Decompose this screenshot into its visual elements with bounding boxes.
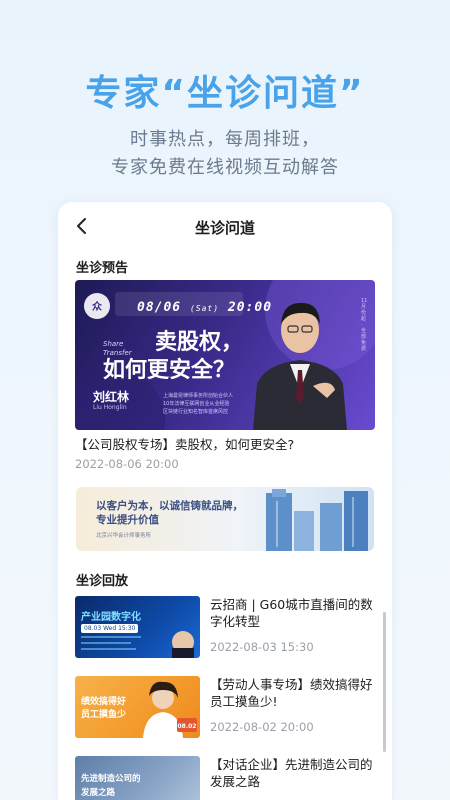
- hero-title: 专家“坐诊问道”: [85, 73, 365, 114]
- svg-text:08.02: 08.02: [178, 723, 197, 730]
- scrollbar[interactable]: [383, 612, 386, 752]
- preview-banner[interactable]: 众 08/06 (Sat) 20:00 Share Transfer 卖股权， …: [75, 280, 375, 430]
- hero-subtitle-line1: 时事热点，每周排班，: [130, 129, 320, 150]
- preview-time: 2022-08-06 20:00: [75, 457, 179, 471]
- thumb-decor-1: [81, 631, 194, 658]
- replay-title-2: 【劳动人事专场】绩效搞得好 员工摸鱼少!: [210, 677, 373, 709]
- banner-host-name: 刘红林: [93, 390, 130, 404]
- replay-time-1: 2022-08-03 15:30: [210, 640, 314, 654]
- replay-thumb-1: 产业园数字化 08.03 Wed 15:30: [75, 596, 200, 658]
- page-title: 坐诊问道: [194, 219, 255, 237]
- preview-section-title: 坐诊预告: [76, 261, 129, 276]
- svg-text:众: 众: [92, 300, 103, 313]
- thumb-title-3b: 发展之路: [81, 788, 116, 798]
- speaker-photo: [253, 302, 347, 430]
- ad-line-1: 以客户为本，以诚信铸就品牌，: [96, 500, 243, 512]
- ad-banner[interactable]: 以客户为本，以诚信铸就品牌， 专业提升价值 北京兴华会计师事务所: [76, 487, 374, 551]
- replay-item-3[interactable]: 先进制造公司的 发展之路 【对话企业】先进制造公司的发展之路: [75, 756, 375, 800]
- banner-side-text: 11月份起 · 全部免费: [361, 298, 368, 352]
- thumb-title-2b: 员工摸鱼少: [81, 710, 127, 720]
- ad-line-2: 专业提升价值: [96, 514, 159, 526]
- thumb-title-2a: 绩效搞得好: [81, 697, 127, 707]
- phone-screen-card: 坐诊问道 坐诊预告 众 08/06 (Sat) 20:00 Share Tran…: [58, 202, 392, 800]
- thumb-title-3a: 先进制造公司的: [81, 774, 141, 784]
- replay-title-3: 【对话企业】先进制造公司的发展之路: [210, 757, 373, 789]
- replay-thumb-2: 08.02 绩效搞得好 员工摸鱼少: [75, 676, 200, 738]
- replay-section-title: 坐诊回放: [76, 574, 129, 589]
- ad-org: 北京兴华会计师事务所: [96, 533, 152, 539]
- preview-caption[interactable]: 【公司股权专场】卖股权，如何更安全?: [75, 434, 375, 453]
- replay-item-2[interactable]: 08.02 绩效搞得好 员工摸鱼少 【劳动人事专场】绩效搞得好 员工摸鱼少! 2…: [75, 676, 375, 746]
- nav-bar: 坐诊问道: [58, 202, 392, 250]
- replay-thumb-3: 先进制造公司的 发展之路: [75, 756, 200, 800]
- banner-headline-2: 如何更安全？: [103, 358, 236, 383]
- replay-title-1: 云招商 | G60城市直播间的数字化转型: [210, 597, 373, 629]
- replay-item-1[interactable]: 产业园数字化 08.03 Wed 15:30 云招商 | G60城市直播间的数字…: [75, 596, 375, 666]
- replay-time-2: 2022-08-02 20:00: [210, 720, 314, 734]
- banner-host-name-en: Liu Honglin: [93, 404, 127, 411]
- banner-host-desc: 上海曼昆律师事务所创始合伙人 10年法律互联网创业从业经验 区块链行业知名智库首…: [163, 393, 234, 415]
- hero-subtitle-line2: 专家免费在线视频互动解答: [111, 157, 339, 178]
